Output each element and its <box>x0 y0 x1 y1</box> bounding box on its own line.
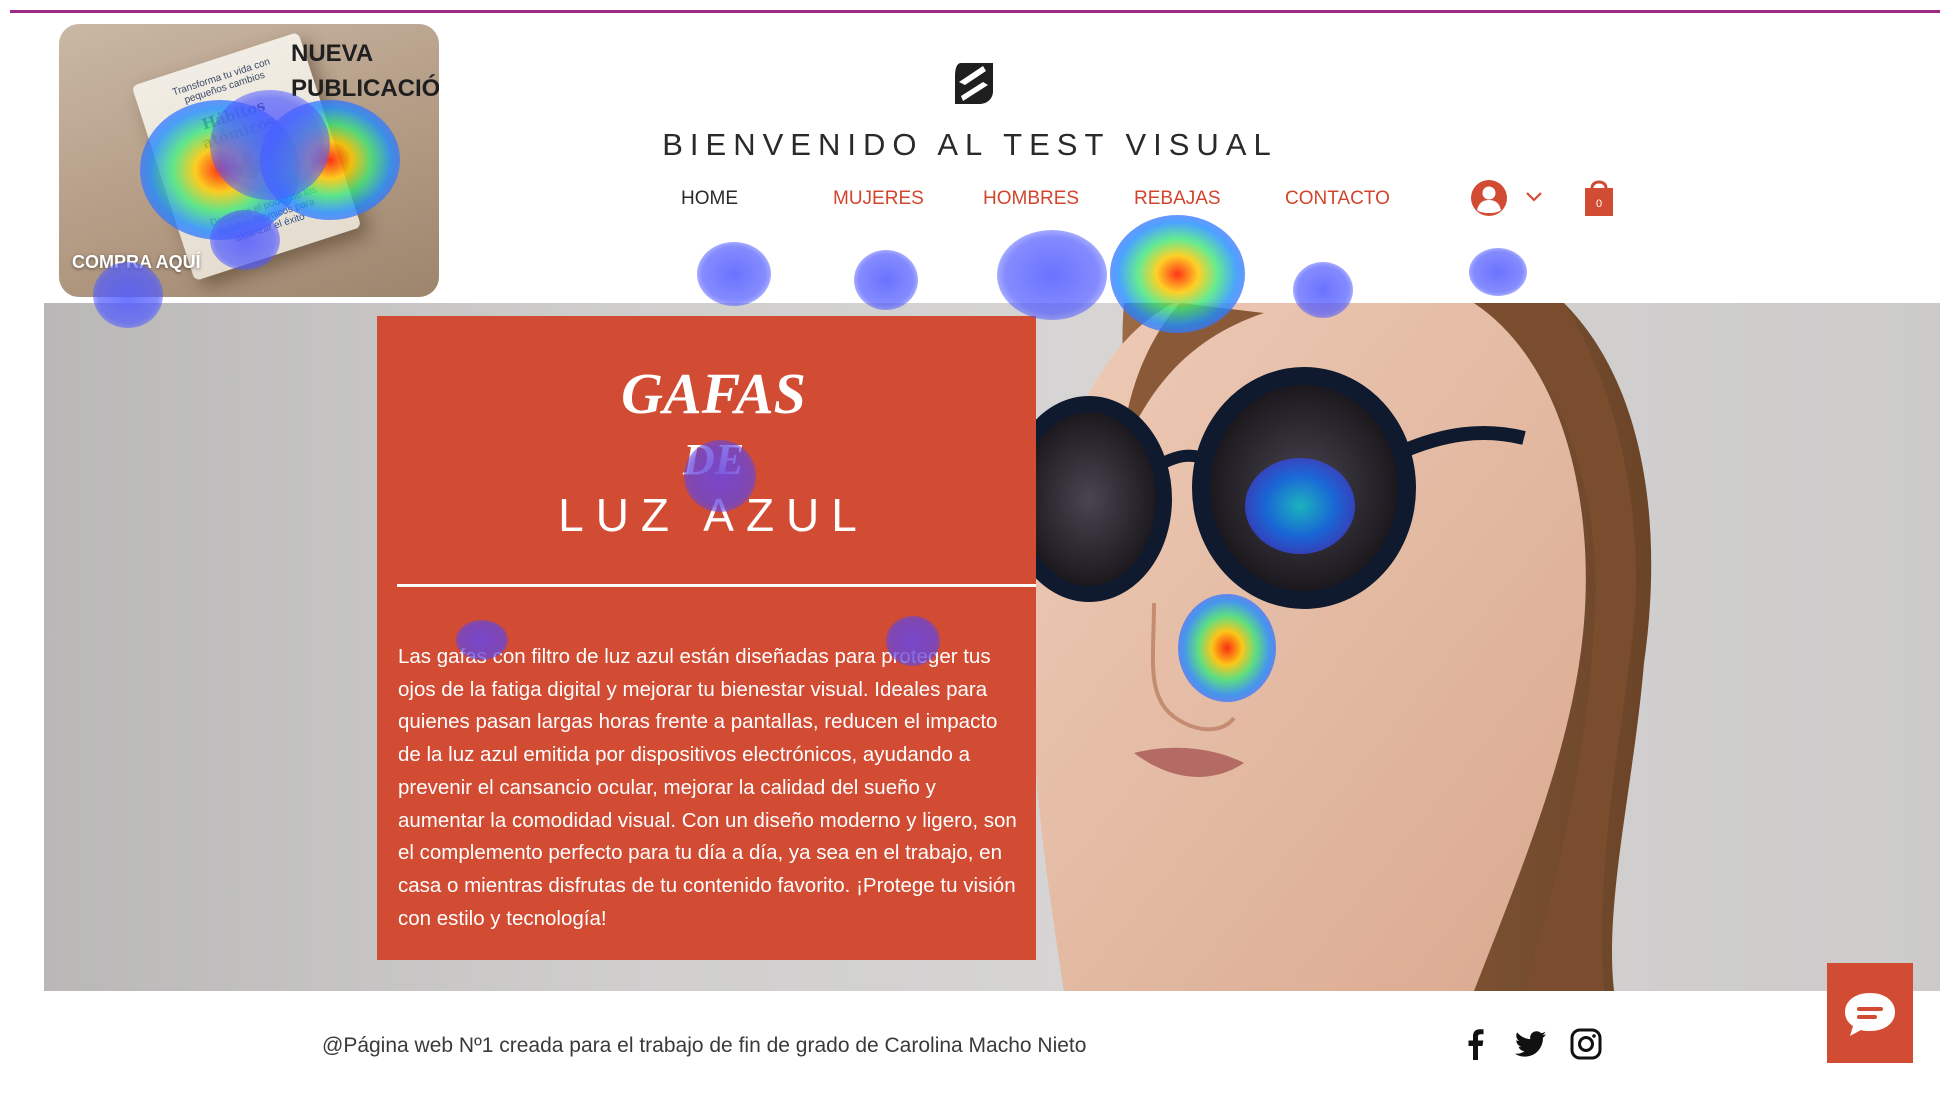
buy-now-link[interactable]: COMPRA AQUÍ <box>72 252 201 273</box>
facebook-icon[interactable] <box>1459 1027 1493 1061</box>
hero-description: Las gafas con filtro de luz azul están d… <box>398 645 1017 930</box>
promo-heading: NUEVA PUBLICACIÓN <box>291 40 439 102</box>
nav-mujeres[interactable]: MUJERES <box>833 188 924 210</box>
nav-rebajas[interactable]: REBAJAS <box>1134 188 1221 210</box>
footer-credit: @Página web Nº1 creada para el trabajo d… <box>322 1034 1087 1057</box>
hero-text-panel: GAFAS DE LUZ AZUL Las gafas con filtro d… <box>377 316 1036 960</box>
heat-spot <box>1469 248 1527 296</box>
twitter-icon[interactable] <box>1514 1027 1548 1061</box>
nav-hombres[interactable]: HOMBRES <box>983 188 1079 210</box>
chevron-down-icon <box>1526 192 1542 202</box>
cart-count: 0 <box>1596 198 1602 210</box>
divider <box>397 584 1036 587</box>
chat-bubble-icon <box>1845 993 1895 1036</box>
hero-heading-luz-azul: LUZ AZUL <box>558 489 869 541</box>
instagram-icon[interactable] <box>1569 1027 1603 1061</box>
top-accent-line <box>10 10 1940 13</box>
nav-home[interactable]: HOME <box>681 188 738 210</box>
hero-heading-gafas: GAFAS <box>621 361 806 426</box>
heat-spot <box>854 250 918 310</box>
cart-button[interactable]: 0 <box>1583 176 1615 218</box>
model-photo <box>1006 303 1652 991</box>
site-title: BIENVENIDO AL TEST VISUAL <box>662 127 1278 162</box>
nav-contacto[interactable]: CONTACTO <box>1285 188 1390 210</box>
promo-banner[interactable]: Transforma tu vida con pequeños cambios … <box>59 24 439 297</box>
account-menu[interactable] <box>1470 178 1550 218</box>
heat-spot <box>697 242 771 306</box>
chat-button[interactable] <box>1827 963 1913 1063</box>
shopping-bag-icon: 0 <box>1585 180 1613 216</box>
hero-heading-de: DE <box>682 435 745 484</box>
user-avatar-icon <box>1471 180 1542 216</box>
s-logo-icon[interactable] <box>953 61 995 106</box>
book-tagline: Descubre el poder de los Hábitos Atómico… <box>208 184 318 245</box>
